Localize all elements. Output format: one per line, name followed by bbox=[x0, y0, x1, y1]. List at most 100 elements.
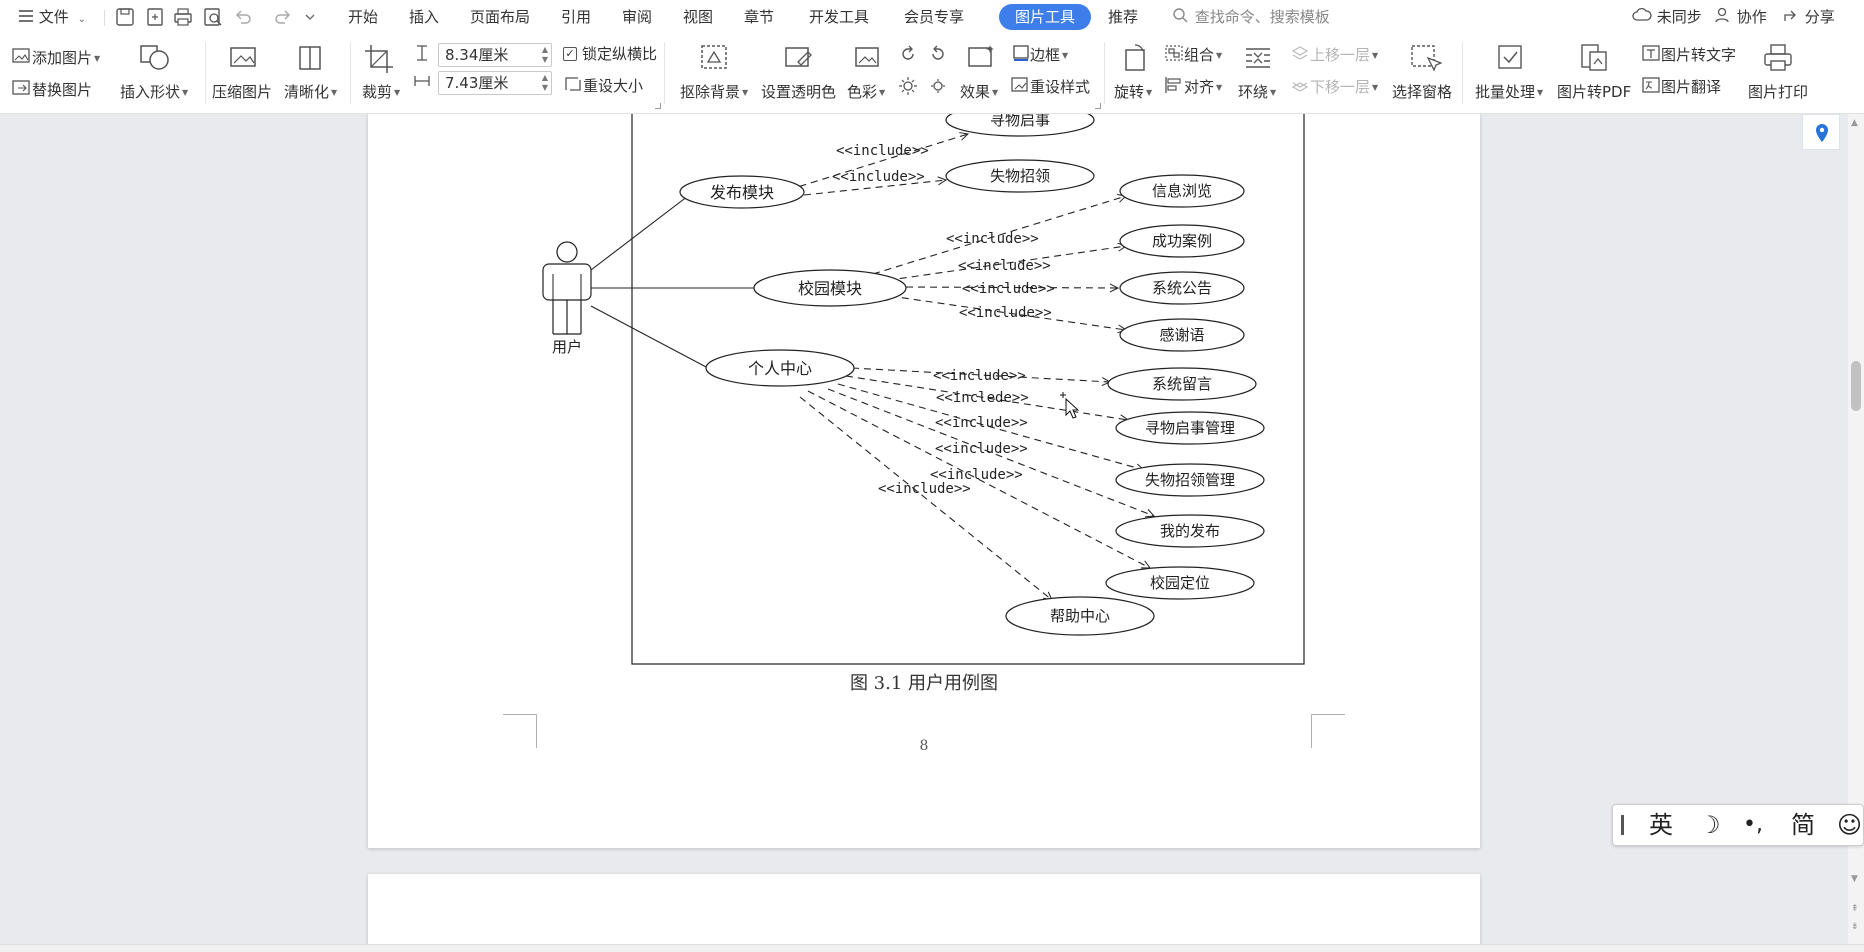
save-icon[interactable] bbox=[114, 6, 136, 28]
color-button[interactable]: 色彩 ▼ bbox=[847, 82, 885, 103]
include-labels: <<include>> <<include>> <<include>> <<in… bbox=[832, 143, 1055, 497]
scrollbar-thumb[interactable] bbox=[1851, 361, 1861, 411]
tab-review[interactable]: 审阅 bbox=[622, 0, 652, 34]
ime-simplified-toggle[interactable]: 简 bbox=[1791, 809, 1815, 841]
sync-status[interactable]: 未同步 bbox=[1632, 0, 1702, 34]
brightness-up-icon[interactable] bbox=[898, 76, 918, 100]
tab-page-layout[interactable]: 页面布局 bbox=[470, 0, 530, 34]
sharpen-label: 清晰化 bbox=[284, 83, 330, 101]
scroll-up-icon[interactable]: ▲ bbox=[1851, 118, 1858, 128]
campus-use-cases bbox=[1119, 174, 1245, 352]
send-backward-button[interactable]: 下移一层 ▼ bbox=[1290, 76, 1378, 99]
group-button[interactable]: 组合 ▼ bbox=[1164, 44, 1222, 67]
file-menu[interactable]: 文件 ⌄ bbox=[18, 0, 86, 34]
crop-button[interactable]: 裁剪 ▼ bbox=[362, 82, 400, 103]
print-icon[interactable] bbox=[172, 6, 194, 28]
collaborate-button[interactable]: 协作 bbox=[1714, 0, 1767, 34]
tab-chapter[interactable]: 章节 bbox=[744, 0, 774, 34]
locate-button[interactable] bbox=[1802, 114, 1840, 150]
wrap-button[interactable]: 环绕 ▼ bbox=[1238, 82, 1276, 103]
redo-icon[interactable] bbox=[272, 6, 294, 28]
insert-shape-button[interactable]: 插入形状 ▼ bbox=[120, 82, 188, 103]
compress-picture-button[interactable]: 压缩图片 bbox=[212, 82, 272, 102]
sharpen-button[interactable]: 清晰化 ▼ bbox=[284, 82, 337, 103]
ime-punctuation-toggle[interactable]: •, bbox=[1743, 809, 1763, 841]
translate-button[interactable]: 图片翻译 bbox=[1641, 76, 1721, 99]
layer-down-icon bbox=[1290, 76, 1310, 99]
reset-style-button[interactable]: 重设样式 bbox=[1010, 76, 1090, 99]
actor-label: 用户 bbox=[552, 338, 582, 356]
width-input[interactable]: 7.43厘米 ▲ ▼ bbox=[438, 71, 552, 95]
to-text-button[interactable]: 图片转文字 bbox=[1641, 44, 1736, 67]
stepper-icon[interactable]: ▲ ▼ bbox=[542, 45, 548, 65]
tab-insert[interactable]: 插入 bbox=[409, 0, 439, 34]
svg-text:<<include>>: <<include>> bbox=[959, 305, 1052, 321]
use-case-diagram[interactable]: 用户 <<include>> <<include>> <<include>> <… bbox=[368, 114, 1480, 674]
brightness-down-icon[interactable] bbox=[928, 76, 948, 100]
group-expand-icon[interactable] bbox=[1095, 103, 1101, 109]
share-button[interactable]: 分享 bbox=[1782, 0, 1835, 34]
print-preview-icon[interactable] bbox=[202, 6, 224, 28]
pdf-icon bbox=[1576, 42, 1612, 74]
rotate-label: 旋转 bbox=[1114, 83, 1145, 101]
document-page: 用户 <<include>> <<include>> <<include>> <… bbox=[368, 114, 1480, 848]
share-icon bbox=[1782, 1, 1800, 35]
dropdown-arrow-icon: ▼ bbox=[879, 87, 886, 97]
svg-text:发布模块: 发布模块 bbox=[710, 183, 774, 202]
status-bar bbox=[0, 944, 1864, 952]
customize-dropdown-icon[interactable] bbox=[302, 6, 318, 28]
batch-process-button[interactable]: 批量处理 ▼ bbox=[1475, 82, 1543, 103]
tab-picture-tools[interactable]: 图片工具 bbox=[999, 4, 1091, 30]
align-button[interactable]: 对齐 ▼ bbox=[1164, 76, 1222, 99]
scroll-down-icon[interactable]: ▼ bbox=[1851, 874, 1858, 884]
batch-process-label: 批量处理 bbox=[1475, 83, 1536, 101]
emoji-icon[interactable]: ☺ bbox=[1837, 809, 1862, 841]
sharpen-icon bbox=[292, 42, 328, 74]
tab-recommend[interactable]: 推荐 bbox=[1108, 0, 1138, 34]
add-picture-button[interactable]: 添加图片 ▼ bbox=[12, 47, 100, 70]
tab-references[interactable]: 引用 bbox=[561, 0, 591, 34]
divider bbox=[1462, 42, 1463, 104]
prev-page-icon[interactable]: ⇞ bbox=[1851, 904, 1859, 914]
search-icon bbox=[1172, 1, 1188, 35]
replace-picture-button[interactable]: 替换图片 bbox=[12, 79, 92, 102]
tab-member[interactable]: 会员专享 bbox=[904, 0, 964, 34]
group-expand-icon[interactable] bbox=[655, 103, 661, 109]
rotate-right-icon[interactable] bbox=[928, 44, 948, 68]
stepper-icon[interactable]: ▲ ▼ bbox=[542, 73, 548, 93]
add-picture-label: 添加图片 bbox=[32, 49, 93, 67]
rotate-button[interactable]: 旋转 ▼ bbox=[1114, 82, 1152, 103]
set-transparent-button[interactable]: 设置透明色 bbox=[761, 82, 836, 102]
to-pdf-button[interactable]: 图片转PDF bbox=[1557, 82, 1631, 102]
use-case-label: 系统公告 bbox=[1152, 279, 1212, 297]
picture-print-button[interactable]: 图片打印 bbox=[1748, 82, 1808, 102]
ime-language-toggle[interactable]: 英 bbox=[1649, 809, 1673, 841]
rotate-left-icon[interactable] bbox=[898, 44, 918, 68]
align-label: 对齐 bbox=[1184, 78, 1215, 96]
undo-icon[interactable] bbox=[232, 6, 254, 28]
tab-developer[interactable]: 开发工具 bbox=[809, 0, 869, 34]
moon-icon[interactable]: ☽ bbox=[1699, 809, 1721, 841]
command-search[interactable]: 查找命令、搜索模板 bbox=[1172, 0, 1330, 34]
bring-forward-button[interactable]: 上移一层 ▼ bbox=[1290, 44, 1378, 67]
reset-size-button[interactable]: 重设大小 bbox=[563, 75, 643, 98]
remove-background-button[interactable]: 抠除背景 ▼ bbox=[680, 82, 748, 103]
border-button[interactable]: 边框 ▼ bbox=[1012, 44, 1068, 67]
lock-aspect-checkbox[interactable]: ✓ bbox=[563, 47, 577, 61]
next-page-icon[interactable]: ⇟ bbox=[1851, 922, 1859, 932]
height-input[interactable]: 8.34厘米 ▲ ▼ bbox=[438, 43, 552, 67]
use-case-label: 失物招领 bbox=[990, 167, 1050, 185]
tab-view[interactable]: 视图 bbox=[683, 0, 713, 34]
export-icon[interactable] bbox=[144, 6, 166, 28]
reset-size-label: 重设大小 bbox=[583, 77, 644, 95]
effects-button[interactable]: 效果 ▼ bbox=[960, 82, 998, 103]
tab-home[interactable]: 开始 bbox=[348, 0, 378, 34]
svg-text:<<include>>: <<include>> bbox=[935, 415, 1028, 431]
group-icon bbox=[1164, 44, 1184, 67]
svg-text:<<inclede>>: <<inclede>> bbox=[936, 390, 1029, 406]
drag-handle[interactable] bbox=[1621, 815, 1624, 835]
layer-up-icon bbox=[1290, 44, 1310, 67]
svg-text:<<include>>: <<include>> bbox=[836, 143, 929, 159]
bring-forward-label: 上移一层 bbox=[1310, 46, 1371, 64]
selection-pane-button[interactable]: 选择窗格 bbox=[1392, 82, 1452, 102]
